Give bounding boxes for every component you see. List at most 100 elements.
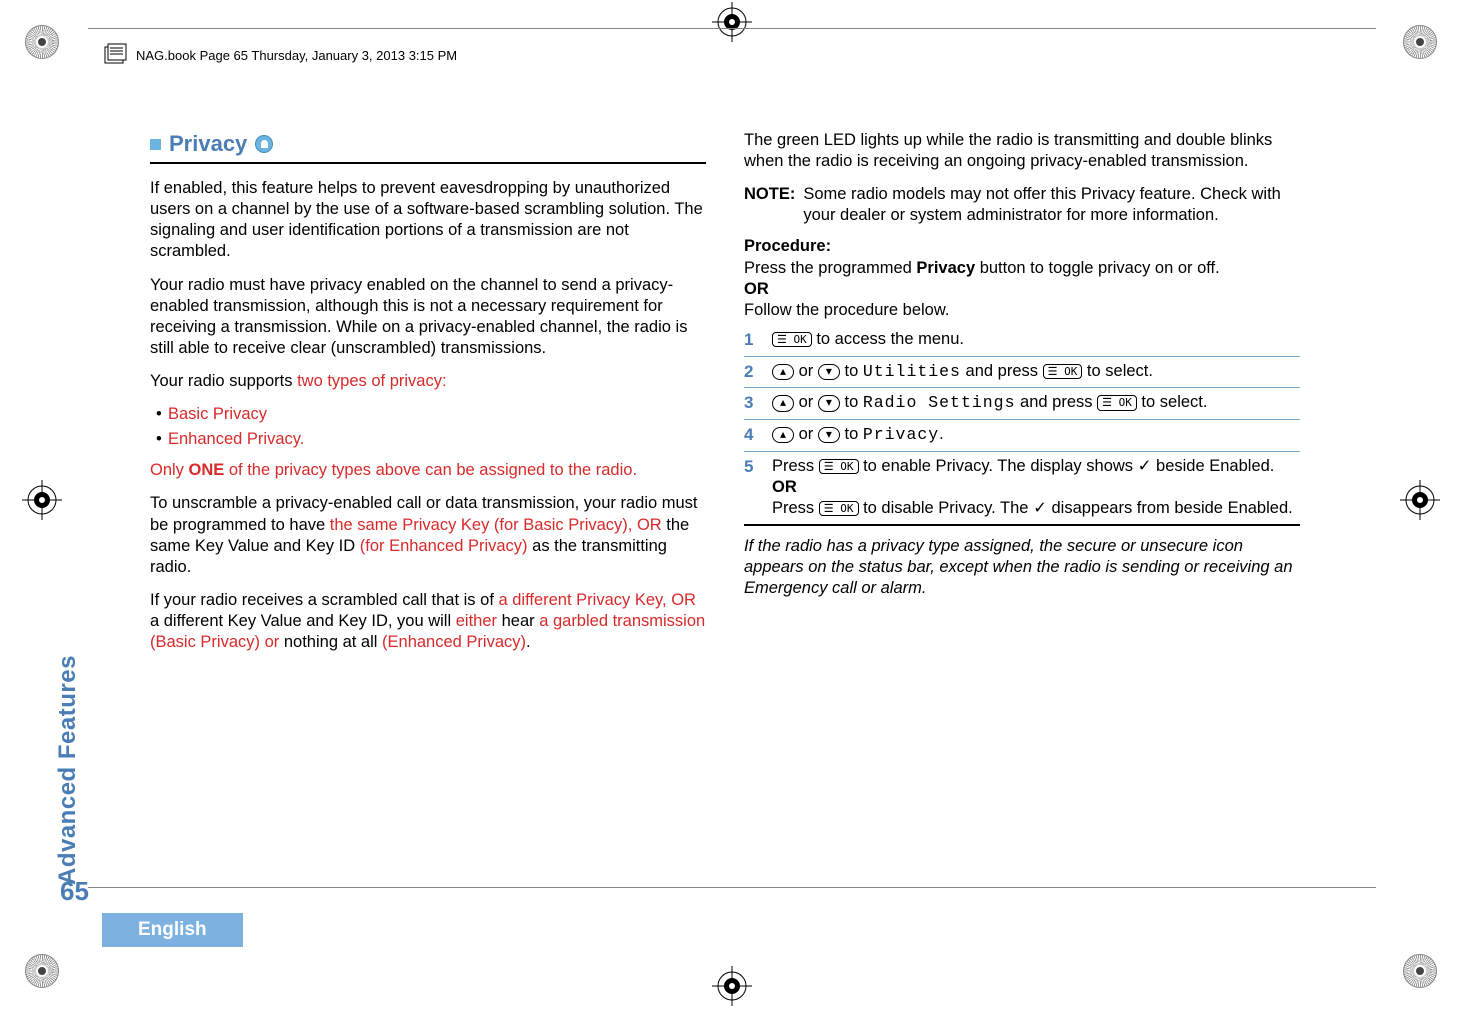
check-icon: ✓	[1033, 499, 1047, 517]
list-item: Basic Privacy	[156, 404, 706, 425]
led-paragraph: The green LED lights up while the radio …	[744, 130, 1300, 172]
step-1: 1 ☰ OK to access the menu.	[744, 325, 1300, 357]
scrambled-call-paragraph: If your radio receives a scrambled call …	[150, 590, 706, 653]
up-key-icon: ▴	[772, 364, 794, 380]
left-column: Privacy If enabled, this feature helps t…	[150, 130, 706, 740]
right-column: The green LED lights up while the radio …	[744, 130, 1300, 740]
p3-a: Your radio supports	[150, 372, 297, 390]
content-area: Privacy If enabled, this feature helps t…	[150, 130, 1300, 740]
s4-mid: to	[840, 425, 863, 443]
p6-a: If your radio receives a scrambled call …	[150, 591, 498, 609]
print-target-bottom	[712, 966, 752, 1011]
p6-d: either	[456, 612, 502, 630]
p5-d: (for Enhanced Privacy)	[360, 537, 532, 555]
step-body: ▴ or ▾ to Radio Settings and press ☰ OK …	[772, 392, 1300, 414]
intro-paragraph-1: If enabled, this feature helps to preven…	[150, 178, 706, 262]
s3-fin: to select.	[1137, 393, 1208, 411]
s5-d: to disable Privacy. The	[859, 499, 1034, 517]
s3-end: and press	[1015, 393, 1097, 411]
ok-key-icon: ☰ OK	[772, 332, 812, 347]
step-number: 1	[744, 329, 758, 351]
procedure-steps: 1 ☰ OK to access the menu. 2 ▴ or ▾ to U…	[744, 325, 1300, 526]
s2-fin: to select.	[1082, 362, 1153, 380]
step-body: Press ☰ OK to enable Privacy. The displa…	[772, 456, 1300, 519]
s1-text: to access the menu.	[812, 330, 964, 348]
or-word: or	[794, 362, 818, 380]
note-text: Some radio models may not offer this Pri…	[803, 184, 1300, 226]
print-target-left	[22, 480, 62, 525]
p6-b: a different Privacy Key, OR	[498, 591, 695, 609]
s5-e: disappears from beside Enabled.	[1047, 499, 1293, 517]
down-key-icon: ▾	[818, 364, 840, 380]
procedure-intro: Press the programmed Privacy button to t…	[744, 258, 1300, 279]
check-icon: ✓	[1138, 457, 1152, 475]
proc-c: button to toggle privacy on or off.	[975, 259, 1220, 277]
print-mark-top-right	[1396, 18, 1444, 66]
step-body: ▴ or ▾ to Privacy.	[772, 424, 1300, 446]
p3-b: two types of privacy:	[297, 372, 446, 390]
proc-b: Privacy	[916, 259, 975, 277]
p6-c: a different Key Value and Key ID, you wi…	[150, 612, 456, 630]
s3-menu: Radio Settings	[863, 393, 1016, 412]
print-mark-bottom-right	[1396, 947, 1444, 995]
p4-c: of the privacy types above can be assign…	[224, 461, 637, 479]
up-key-icon: ▴	[772, 395, 794, 411]
italic-footer-note: If the radio has a privacy type assigned…	[744, 536, 1300, 599]
s5-a: Press	[772, 457, 819, 475]
bullet-basic: Basic Privacy	[168, 405, 267, 423]
p6-g: nothing at all	[284, 633, 382, 651]
s5-or: OR	[772, 478, 797, 496]
ok-key-icon: ☰ OK	[1043, 364, 1083, 379]
note-label: NOTE:	[744, 184, 795, 226]
privacy-feature-icon	[255, 135, 273, 153]
side-tab-label: Advanced Features	[54, 655, 82, 885]
down-key-icon: ▾	[818, 395, 840, 411]
or-word: or	[794, 425, 818, 443]
ok-key-icon: ☰ OK	[1097, 395, 1137, 410]
unscramble-paragraph: To unscramble a privacy-enabled call or …	[150, 493, 706, 577]
s5-a2: Press	[772, 499, 819, 517]
privacy-type-list: Basic Privacy Enhanced Privacy.	[156, 404, 706, 450]
procedure-heading: Procedure:	[744, 236, 1300, 257]
print-mark-bottom-left	[18, 947, 66, 995]
step-number: 3	[744, 392, 758, 414]
s2-menu: Utilities	[863, 362, 961, 381]
s3-mid: to	[840, 393, 863, 411]
section-title: Privacy	[169, 130, 247, 158]
step-number: 4	[744, 424, 758, 446]
one-type-note: Only ONE of the privacy types above can …	[150, 460, 706, 481]
page-number: 65	[60, 876, 89, 907]
ok-key-icon: ☰ OK	[819, 501, 859, 516]
note-block: NOTE: Some radio models may not offer th…	[744, 184, 1300, 226]
s5-b: to enable Privacy. The display shows	[859, 457, 1138, 475]
p4-a: Only	[150, 461, 189, 479]
ok-key-icon: ☰ OK	[819, 459, 859, 474]
section-heading: Privacy	[150, 130, 706, 158]
step-number: 2	[744, 361, 758, 383]
down-key-icon: ▾	[818, 427, 840, 443]
step-4: 4 ▴ or ▾ to Privacy.	[744, 420, 1300, 452]
intro-paragraph-2: Your radio must have privacy enabled on …	[150, 275, 706, 359]
language-box: English	[102, 913, 243, 947]
step-body: ▴ or ▾ to Utilities and press ☰ OK to se…	[772, 361, 1300, 383]
section-rule	[150, 162, 706, 164]
print-mark-top-left	[18, 18, 66, 66]
book-binding-icon	[102, 42, 128, 73]
procedure-follow: Follow the procedure below.	[744, 300, 1300, 321]
s2-mid: to	[840, 362, 863, 380]
p4-b: ONE	[189, 461, 225, 479]
print-target-right	[1400, 480, 1440, 525]
p6-h: (Enhanced Privacy)	[382, 633, 526, 651]
running-header: NAG.book Page 65 Thursday, January 3, 20…	[136, 48, 457, 63]
intro-paragraph-3: Your radio supports two types of privacy…	[150, 371, 706, 392]
step-body: ☰ OK to access the menu.	[772, 329, 1300, 351]
step-3: 3 ▴ or ▾ to Radio Settings and press ☰ O…	[744, 388, 1300, 420]
s5-c: beside Enabled.	[1151, 457, 1274, 475]
s4-menu: Privacy	[863, 425, 939, 444]
or-label: OR	[744, 279, 1300, 300]
up-key-icon: ▴	[772, 427, 794, 443]
s4-period: .	[939, 425, 944, 443]
p6-i: .	[526, 633, 531, 651]
section-bullet-icon	[150, 139, 161, 150]
p5-b: the same Privacy Key (for Basic Privacy)…	[330, 516, 667, 534]
